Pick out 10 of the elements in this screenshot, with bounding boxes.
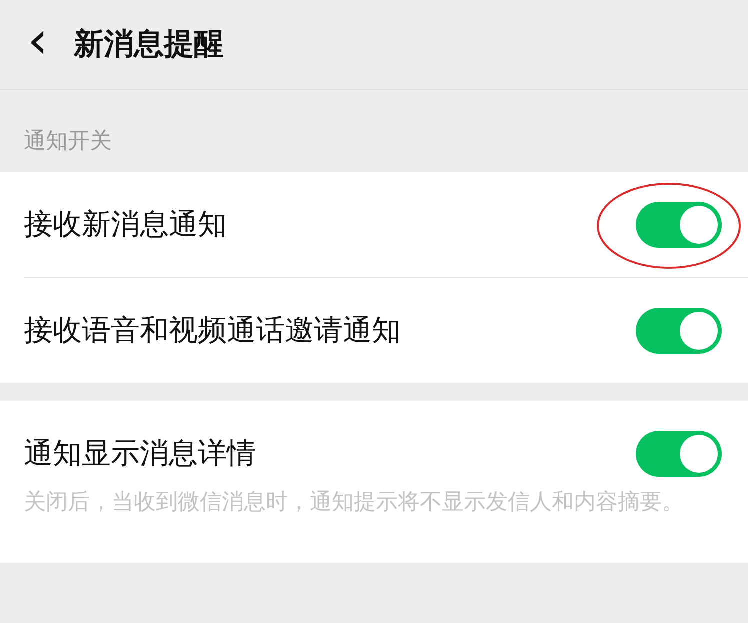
toggle-switch[interactable] xyxy=(636,202,722,248)
section-label: 通知开关 xyxy=(24,128,112,156)
toggle-switch[interactable] xyxy=(636,430,722,476)
setting-label: 接收新消息通知 xyxy=(24,206,227,243)
back-button[interactable]: ‹ xyxy=(8,14,68,74)
setting-label: 接收语音和视频通话邀请通知 xyxy=(24,312,401,349)
toggle-switch[interactable] xyxy=(636,308,722,354)
setting-label: 通知显示消息详情 xyxy=(24,434,256,472)
setting-description: 关闭后，当收到微信消息时，通知提示将不显示发信人和内容摘要。 xyxy=(24,489,685,517)
page-title: 新消息提醒 xyxy=(74,26,224,64)
